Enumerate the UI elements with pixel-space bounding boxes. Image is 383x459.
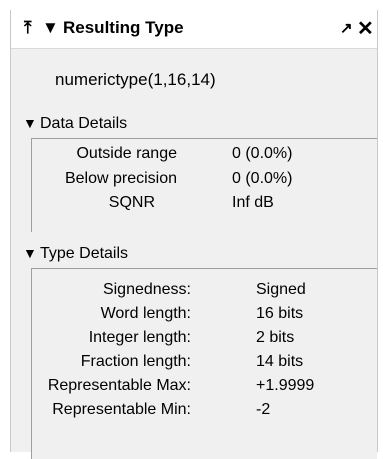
panel-title: Resulting Type — [63, 18, 184, 37]
data-details-header[interactable]: ▼ Data Details — [11, 112, 377, 138]
type-details-header[interactable]: ▼ Type Details — [11, 242, 377, 268]
expand-arrow-icon[interactable]: ▼ — [23, 115, 37, 131]
detail-row: Fraction length: 14 bits — [32, 353, 377, 377]
section-label: Type Details — [40, 245, 129, 262]
detail-label: Representable Min: — [52, 401, 191, 418]
detail-label: Below precision — [64, 170, 177, 187]
detail-label: Representable Max: — [47, 377, 191, 394]
data-details-box: Outside range 0 (0.0%) Below precision 0… — [31, 138, 377, 232]
detail-value: +1.9999 — [256, 377, 315, 394]
detail-row: Integer length: 2 bits — [32, 329, 377, 353]
detail-value: Inf dB — [232, 194, 274, 211]
detail-row: Representable Max: +1.9999 — [32, 377, 377, 401]
detail-label: Signedness: — [102, 281, 191, 298]
detail-value: -2 — [256, 401, 271, 418]
detail-value: 0 (0.0%) — [232, 145, 293, 162]
section-label: Data Details — [40, 115, 128, 132]
undock-icon[interactable]: ↗ — [340, 19, 353, 37]
detail-value: Signed — [256, 281, 306, 298]
type-details-box: Signedness: Signed Word length: 16 bits … — [31, 268, 377, 459]
panel-titlebar: ⤒ ▼ Resulting Type ↗ ✕ — [11, 10, 377, 49]
detail-row: SQNR Inf dB — [32, 194, 377, 218]
detail-value: 14 bits — [256, 353, 304, 370]
numerictype-value: numerictype(1,16,14) — [55, 70, 216, 89]
detail-row: Word length: 16 bits — [32, 305, 377, 329]
detail-value: 0 (0.0%) — [232, 170, 293, 187]
detail-label: Outside range — [76, 145, 177, 162]
pin-icon[interactable]: ⤒ — [24, 18, 32, 38]
close-icon[interactable]: ✕ — [357, 16, 374, 41]
detail-label: Integer length: — [88, 329, 191, 346]
detail-label: SQNR — [108, 194, 155, 211]
detail-value: 2 bits — [256, 329, 295, 346]
detail-label: Fraction length: — [80, 353, 191, 370]
expand-arrow-icon[interactable]: ▼ — [23, 245, 37, 261]
detail-row: Signedness: Signed — [32, 281, 377, 305]
detail-row: Below precision 0 (0.0%) — [32, 170, 377, 194]
detail-row: Representable Min: -2 — [32, 401, 377, 425]
detail-row: Outside range 0 (0.0%) — [32, 145, 377, 169]
resulting-type-panel: ⤒ ▼ Resulting Type ↗ ✕ numerictype(1,16,… — [10, 10, 378, 459]
detail-label: Word length: — [100, 305, 191, 322]
detail-value: 16 bits — [256, 305, 304, 322]
collapse-arrow-icon[interactable]: ▼ — [42, 18, 59, 38]
